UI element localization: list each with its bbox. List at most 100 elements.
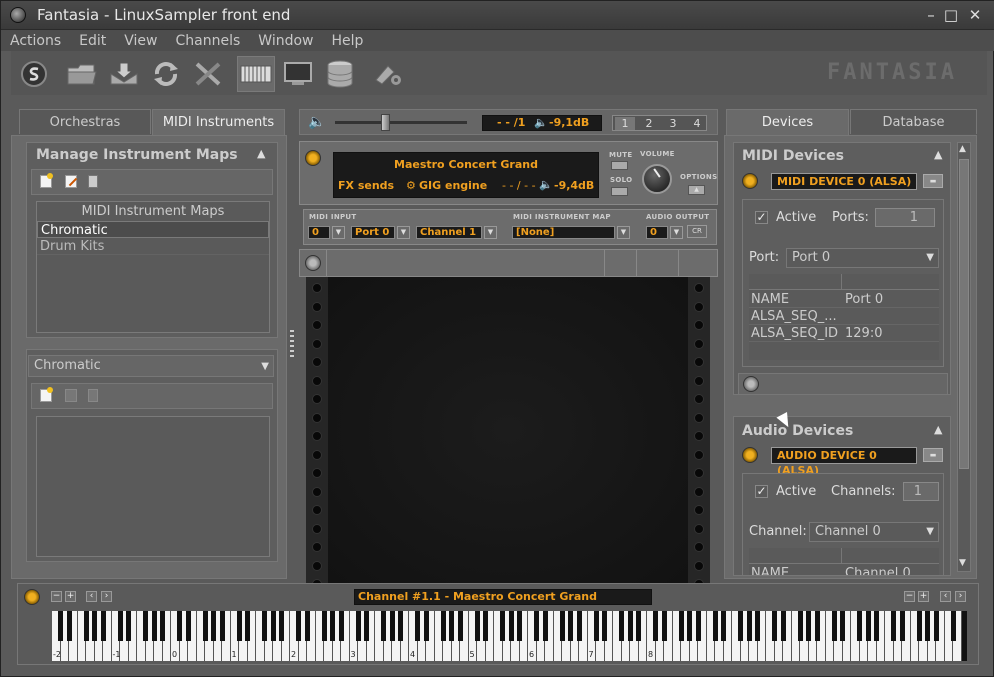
black-key[interactable] [840, 611, 845, 641]
black-key[interactable] [661, 611, 667, 641]
scroll-right-button[interactable]: › [101, 591, 112, 602]
black-key[interactable] [364, 611, 369, 641]
midi-port-value[interactable]: Port 0 [351, 226, 395, 239]
menu-help[interactable]: Help [322, 30, 372, 51]
tab-database[interactable]: Database [850, 109, 977, 134]
midi-device-value[interactable]: 0 [308, 226, 330, 239]
table-row[interactable]: NAME Channel 0 [749, 565, 939, 575]
piano-keyboard[interactable]: -2 -1 0 1 2 3 4 5 6 7 8 [52, 611, 967, 661]
black-key[interactable] [66, 611, 72, 641]
edit-map-icon[interactable] [65, 175, 78, 188]
menu-edit[interactable]: Edit [70, 30, 115, 51]
zoom-in-button[interactable]: + [65, 591, 76, 602]
black-key[interactable] [517, 611, 522, 641]
scrollbar-thumb[interactable] [959, 159, 969, 469]
black-key[interactable] [687, 611, 692, 641]
black-key[interactable] [916, 611, 922, 641]
black-key[interactable] [806, 611, 811, 641]
black-key[interactable] [160, 611, 165, 641]
audio-device-value[interactable]: 0 [646, 226, 668, 239]
menu-actions[interactable]: Actions [1, 30, 70, 51]
black-key[interactable] [381, 611, 386, 641]
black-key[interactable] [636, 611, 641, 641]
black-key[interactable] [500, 611, 505, 641]
scroll-left-button[interactable]: ‹ [940, 591, 951, 602]
tab-orchestras[interactable]: Orchestras [19, 109, 151, 134]
chevron-down-icon[interactable]: ▼ [617, 226, 630, 239]
black-key[interactable] [746, 611, 752, 641]
black-key[interactable] [755, 611, 760, 641]
monitor-icon[interactable] [279, 56, 317, 92]
black-key[interactable] [619, 611, 624, 641]
black-key[interactable] [899, 611, 905, 641]
black-key[interactable] [508, 611, 514, 641]
black-key[interactable] [211, 611, 216, 641]
black-key[interactable] [712, 611, 718, 641]
collapse-icon[interactable]: ▲ [257, 147, 265, 160]
chevron-down-icon[interactable]: ▼ [397, 226, 410, 239]
scroll-right-button[interactable]: › [955, 591, 966, 602]
add-midi-device-button[interactable] [743, 376, 759, 392]
black-key[interactable] [304, 611, 310, 641]
instrument-map-value[interactable]: [None] [512, 226, 615, 239]
black-key[interactable] [440, 611, 446, 641]
black-key[interactable] [772, 611, 777, 641]
splitter-handle[interactable] [290, 330, 294, 360]
black-key[interactable] [814, 611, 820, 641]
midi-channel-value[interactable]: Channel 1 [416, 226, 482, 239]
black-key[interactable] [143, 611, 148, 641]
save-icon[interactable] [105, 56, 143, 92]
black-key[interactable] [678, 611, 684, 641]
black-key[interactable] [449, 611, 454, 641]
volume-knob[interactable] [642, 164, 672, 194]
instrument-name[interactable]: Maestro Concert Grand [334, 158, 598, 171]
black-key[interactable] [117, 611, 123, 641]
black-key[interactable] [797, 611, 803, 641]
add-channel-power-button[interactable] [305, 255, 321, 271]
keyboard-channel-label[interactable]: Channel #1.1 - Maestro Concert Grand [354, 589, 652, 605]
midi-device-name[interactable]: MIDI DEVICE 0 (ALSA) [771, 173, 917, 190]
tools-icon[interactable] [189, 56, 227, 92]
black-key[interactable] [653, 611, 658, 641]
tab-page-3[interactable]: 3 [663, 117, 683, 130]
app-icon[interactable] [10, 7, 26, 23]
zoom-out-button[interactable]: − [904, 591, 915, 602]
black-key[interactable] [185, 611, 191, 641]
map-entries-table[interactable] [36, 416, 270, 557]
black-key[interactable] [933, 611, 939, 641]
black-key[interactable] [202, 611, 208, 641]
tab-midi-instruments[interactable]: MIDI Instruments [152, 109, 285, 136]
keyboard-power-button[interactable] [24, 589, 40, 605]
new-map-icon[interactable] [40, 173, 53, 188]
audio-device-power-button[interactable] [742, 447, 758, 463]
active-checkbox[interactable]: ✓ [755, 485, 768, 498]
device-menu-button[interactable]: ▬ [923, 448, 943, 462]
table-row[interactable]: ALSA_SEQ_ID 129:0 [749, 325, 939, 342]
options-button[interactable]: ▲ [688, 185, 705, 195]
black-key[interactable] [950, 611, 956, 641]
black-key[interactable] [831, 611, 837, 641]
black-key[interactable] [177, 611, 182, 641]
black-key[interactable] [474, 611, 480, 641]
black-key[interactable] [627, 611, 633, 641]
black-key[interactable] [721, 611, 726, 641]
black-key[interactable] [602, 611, 607, 641]
black-key[interactable] [126, 611, 131, 641]
black-key[interactable] [780, 611, 786, 641]
right-scrollbar[interactable]: ▲ ▼ [957, 142, 971, 572]
menu-view[interactable]: View [115, 30, 166, 51]
fx-sends-button[interactable]: FX sends [338, 179, 394, 192]
black-key[interactable] [296, 611, 301, 641]
delete-map-icon[interactable] [88, 175, 98, 188]
black-key[interactable] [330, 611, 335, 641]
channel-select[interactable]: Channel 0 ▼ [809, 522, 939, 542]
scroll-up-icon[interactable]: ▲ [959, 144, 966, 154]
black-key[interactable] [270, 611, 276, 641]
maximize-button[interactable]: □ [941, 5, 961, 25]
collapse-icon[interactable]: ▲ [934, 423, 942, 436]
black-key[interactable] [542, 611, 548, 641]
device-menu-button[interactable]: ▬ [923, 174, 943, 188]
mute-button[interactable] [611, 161, 628, 170]
map-select[interactable]: Chromatic ▼ [28, 355, 274, 377]
port-select[interactable]: Port 0 ▼ [786, 248, 939, 268]
